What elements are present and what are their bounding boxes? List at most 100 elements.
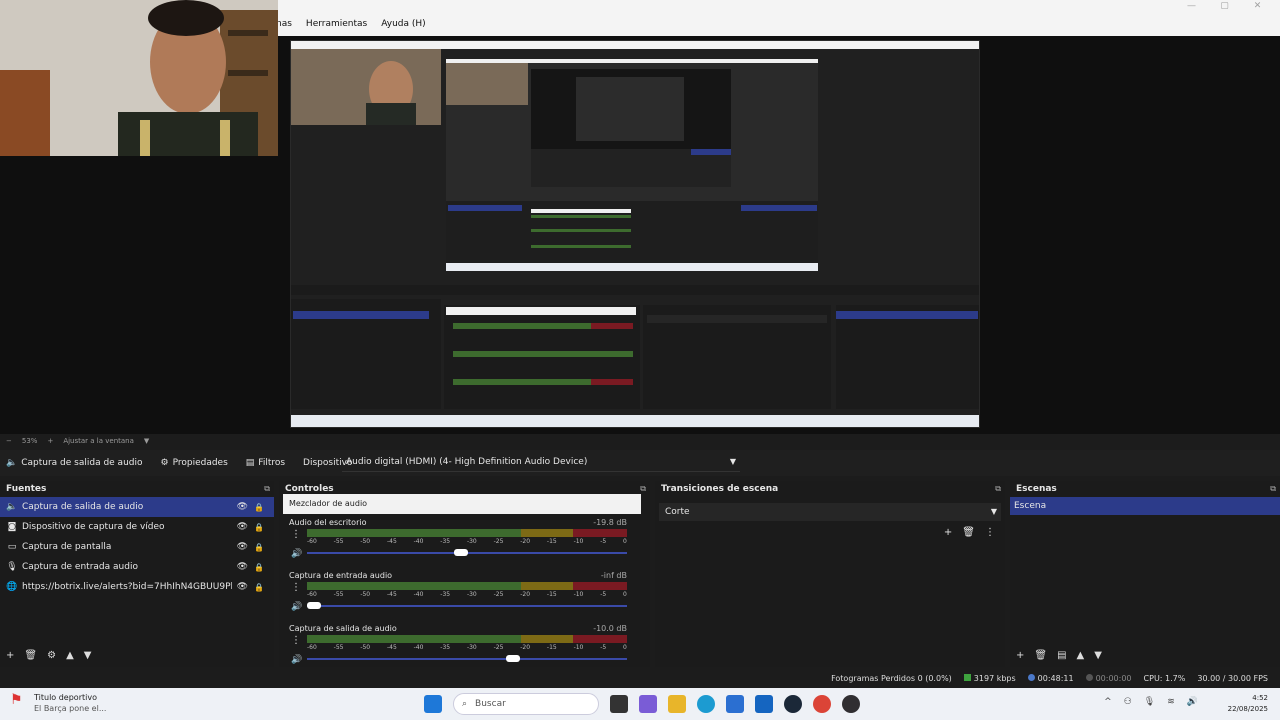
steam-icon[interactable]: [784, 695, 802, 713]
properties-button[interactable]: ⚙ Propiedades: [161, 458, 228, 468]
channel-db: -inf dB: [600, 571, 627, 580]
source-item-video-device[interactable]: ◙ Dispositivo de captura de vídeo 👁 🔒: [0, 517, 274, 537]
scene-item[interactable]: Escena: [1010, 497, 1280, 515]
source-item-browser[interactable]: 🌐 https://botrix.live/alerts?bid=7HhIhN4…: [0, 577, 274, 597]
source-item-audio-input[interactable]: 🎙 Captura de entrada audio 👁 🔒: [0, 557, 274, 577]
dropped-frames: Fotogramas Perdidos 0 (0.0%): [831, 673, 952, 683]
trash-icon[interactable]: 🗑: [962, 527, 975, 538]
obs-icon[interactable]: [842, 695, 860, 713]
lock-icon[interactable]: 🔒: [254, 563, 264, 572]
trash-icon[interactable]: 🗑: [24, 650, 37, 661]
zoom-out-button[interactable]: −: [6, 437, 12, 445]
volume-slider-handle[interactable]: [307, 602, 321, 609]
volume-icon[interactable]: 🔊: [1187, 697, 1198, 707]
arrow-up-icon[interactable]: ▲: [66, 650, 74, 661]
device-select[interactable]: Audio digital (HDMI) (4- High Definition…: [342, 454, 740, 472]
tick-label: -10: [573, 591, 584, 598]
arrow-down-icon[interactable]: ▼: [84, 650, 92, 661]
task-view-icon[interactable]: [610, 695, 628, 713]
eye-icon[interactable]: 👁: [237, 562, 248, 572]
outlook-icon[interactable]: [755, 695, 773, 713]
add-icon[interactable]: +: [1016, 650, 1024, 661]
mute-icon[interactable]: 🔊: [291, 602, 302, 612]
transition-select[interactable]: Corte ▼: [659, 503, 1001, 521]
bitrate-value: 3197 kbps: [973, 673, 1016, 683]
minimize-button[interactable]: —: [1175, 0, 1208, 12]
mute-icon[interactable]: 🔊: [291, 549, 302, 559]
menu-item-herramientas[interactable]: Herramientas: [306, 16, 367, 32]
preview-canvas[interactable]: [290, 40, 980, 428]
meter-segment: [572, 582, 627, 590]
source-toolbar: 🔈 Captura de salida de audio ⚙ Propiedad…: [0, 450, 1280, 476]
news-widget[interactable]: ⚑ Titulo deportivo El Barça pone el...: [10, 692, 106, 714]
arrow-up-icon[interactable]: ▲: [1077, 650, 1085, 661]
kebab-menu-icon[interactable]: ⋮: [985, 527, 995, 538]
lock-icon[interactable]: 🔒: [254, 523, 264, 532]
tick-label: -10: [573, 644, 584, 651]
eye-icon[interactable]: 👁: [237, 502, 248, 512]
mixer-tab[interactable]: Mezclador de audio: [283, 494, 641, 514]
menu-item-partial[interactable]: nas: [276, 16, 292, 32]
gear-icon[interactable]: ⚙: [47, 650, 56, 661]
store-icon[interactable]: [726, 695, 744, 713]
windows-start-icon[interactable]: [424, 695, 442, 713]
fit-to-window-label[interactable]: Ajustar a la ventana: [63, 437, 134, 445]
source-item-screen-capture[interactable]: ▭ Captura de pantalla 👁 🔒: [0, 537, 274, 557]
live-status: 00:48:11: [1027, 673, 1074, 683]
sources-footer: + 🗑 ⚙ ▲ ▼: [0, 647, 91, 663]
add-icon[interactable]: +: [944, 527, 952, 538]
fps-status: 30.00 / 30.00 FPS: [1197, 673, 1268, 683]
eye-icon[interactable]: 👁: [237, 582, 248, 592]
lock-icon[interactable]: 🔒: [254, 503, 264, 512]
chevron-down-icon[interactable]: ▼: [144, 437, 149, 445]
chevron-up-icon[interactable]: ^: [1104, 697, 1112, 707]
kebab-menu-icon[interactable]: ⋮: [291, 635, 301, 646]
eye-icon[interactable]: 👁: [237, 542, 248, 552]
tick-label: 0: [623, 644, 627, 651]
lock-icon[interactable]: 🔒: [254, 543, 264, 552]
source-item-audio-output[interactable]: 🔈 Captura de salida de audio 👁 🔒: [0, 497, 274, 517]
tick-label: -45: [386, 591, 397, 598]
network-icon[interactable]: ⚇: [1124, 697, 1132, 707]
zoom-in-button[interactable]: +: [47, 437, 53, 445]
news-icon: ⚑: [10, 692, 23, 708]
filter-icon[interactable]: ▤: [1057, 650, 1066, 661]
volume-slider-handle[interactable]: [453, 549, 468, 556]
clock[interactable]: 4:52 22/08/2025: [1228, 693, 1268, 715]
kebab-menu-icon[interactable]: ⋮: [291, 582, 301, 593]
volume-slider-handle[interactable]: [505, 655, 520, 662]
edge-icon[interactable]: [697, 695, 715, 713]
volume-slider[interactable]: [307, 605, 627, 607]
file-explorer-icon[interactable]: [668, 695, 686, 713]
trash-icon[interactable]: 🗑: [1034, 650, 1047, 661]
meter-segment: [307, 529, 522, 537]
volume-slider[interactable]: [307, 658, 627, 660]
mute-icon[interactable]: 🔊: [291, 655, 302, 665]
chevron-down-icon: ▼: [729, 457, 736, 466]
close-button[interactable]: ✕: [1241, 0, 1274, 12]
lock-icon[interactable]: 🔒: [254, 583, 264, 592]
kebab-menu-icon[interactable]: ⋮: [291, 529, 301, 540]
microphone-icon[interactable]: 🎙: [1144, 697, 1155, 707]
menu-item-ayuda[interactable]: Ayuda (H): [381, 16, 425, 32]
maximize-button[interactable]: ▢: [1208, 0, 1241, 12]
arrow-down-icon[interactable]: ▼: [1094, 650, 1102, 661]
wifi-icon[interactable]: ≋: [1167, 697, 1175, 707]
tick-label: -25: [493, 591, 504, 598]
chrome-icon[interactable]: [813, 695, 831, 713]
tick-label: -15: [546, 644, 557, 651]
copilot-icon[interactable]: [639, 695, 657, 713]
camera-icon: ◙: [7, 522, 17, 532]
filters-button[interactable]: ▤ Filtros: [246, 458, 285, 468]
undock-icon[interactable]: ⧉: [995, 481, 1001, 497]
undock-icon[interactable]: ⧉: [640, 481, 646, 497]
tick-label: -35: [440, 538, 451, 545]
source-item-label: https://botrix.live/alerts?bid=7HhIhN4GB…: [22, 582, 232, 592]
zoom-level: 53%: [21, 437, 38, 445]
add-icon[interactable]: +: [6, 650, 14, 661]
selected-source-label: Captura de salida de audio: [21, 458, 143, 468]
eye-icon[interactable]: 👁: [237, 522, 248, 532]
undock-icon[interactable]: ⧉: [1270, 481, 1276, 497]
taskbar-search[interactable]: ⌕ Buscar: [453, 693, 599, 715]
undock-icon[interactable]: ⧉: [264, 481, 270, 497]
